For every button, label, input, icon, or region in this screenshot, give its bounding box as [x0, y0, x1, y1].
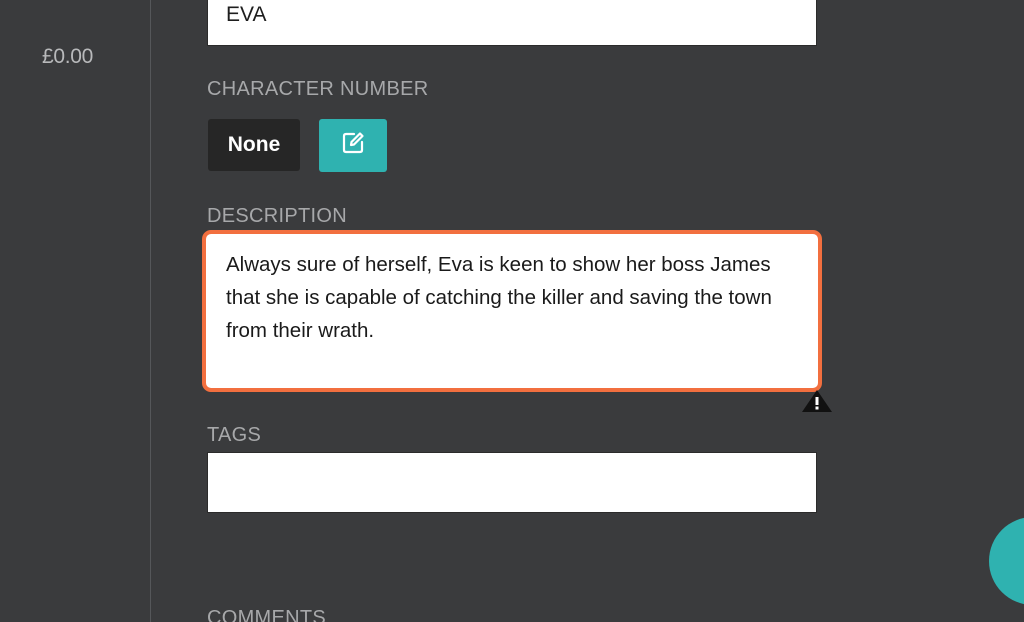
- description-text: Always sure of herself, Eva is keen to s…: [226, 253, 772, 342]
- description-label: DESCRIPTION: [207, 205, 347, 227]
- character-number-row: None: [208, 119, 387, 172]
- edit-icon: [340, 130, 366, 161]
- character-number-label: CHARACTER NUMBER: [207, 78, 429, 100]
- description-textarea[interactable]: Always sure of herself, Eva is keen to s…: [202, 230, 822, 392]
- edit-character-number-button[interactable]: [319, 119, 387, 172]
- column-divider: [150, 0, 151, 622]
- warning-resize-icon[interactable]: [800, 388, 834, 414]
- tags-input[interactable]: [207, 452, 817, 513]
- character-edit-page: £0.00 EVA CHARACTER NUMBER None DESCRIPT…: [0, 0, 1024, 622]
- tags-label: TAGS: [207, 424, 262, 446]
- action-fab-button[interactable]: [989, 517, 1024, 605]
- comments-label: COMMENTS: [207, 607, 327, 622]
- character-name-input[interactable]: EVA: [207, 0, 817, 46]
- sidebar-column: £0.00: [0, 0, 150, 622]
- character-number-value: None: [208, 119, 300, 171]
- price-label: £0.00: [42, 45, 94, 68]
